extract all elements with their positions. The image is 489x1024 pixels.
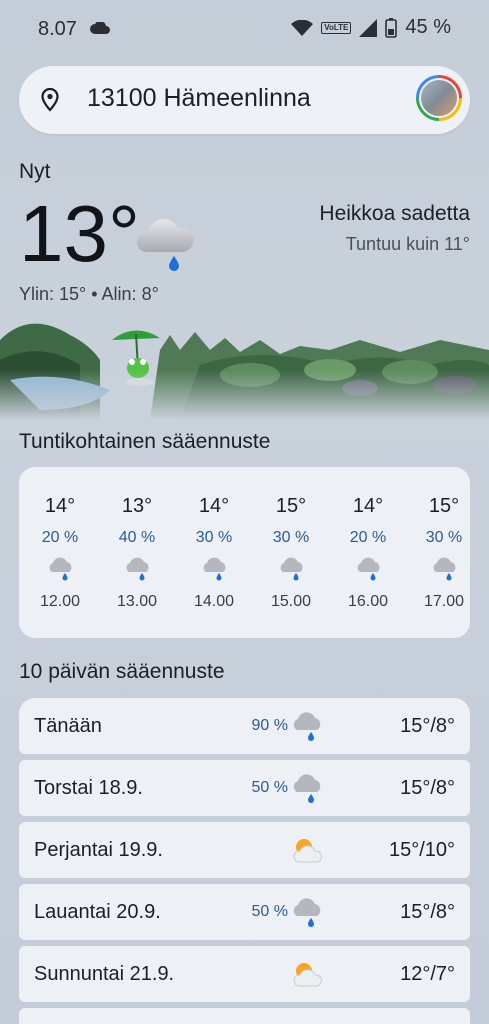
daily-temps: 15°/8° <box>400 777 455 799</box>
daily-temps: 15°/8° <box>400 901 455 923</box>
battery-percentage: 45 % <box>405 16 451 38</box>
daily-precip: 90 % <box>251 717 288 734</box>
current-condition: Heikkoa sadetta <box>319 202 470 225</box>
rain-cloud-icon <box>357 557 380 581</box>
daily-day: Torstai 18.9. <box>34 777 143 799</box>
daily-row[interactable]: Torstai 18.9. 50 % 15°/8° <box>19 760 470 816</box>
daily-temps: 15°/10° <box>388 839 455 861</box>
daily-forecast-title: 10 päivän sääennuste <box>19 660 225 683</box>
rain-cloud-icon <box>433 557 456 581</box>
daily-precip: 50 % <box>251 779 288 796</box>
rain-cloud-icon <box>136 219 194 271</box>
location-search-bar[interactable]: 13100 Hämeenlinna <box>19 66 470 134</box>
hourly-time: 14.00 <box>193 593 235 610</box>
status-bar: 8.07 VoLTE 45 % <box>0 0 489 56</box>
hourly-time: 12.00 <box>39 593 81 610</box>
volte-badge: VoLTE <box>321 21 352 34</box>
hourly-time: 15.00 <box>270 593 312 610</box>
hourly-time: 16.00 <box>347 593 389 610</box>
hourly-precip: 30 % <box>195 529 233 546</box>
hourly-forecast-card[interactable]: 14° 20 % 12.00 13° 40 % 13.00 14° 30 % 1… <box>19 467 470 638</box>
daily-row-partial[interactable] <box>19 1008 470 1024</box>
wifi-icon <box>291 19 314 36</box>
daily-row[interactable]: Lauantai 20.9. 50 % 15°/8° <box>19 884 470 940</box>
signal-icon <box>359 18 378 37</box>
daily-precip: 50 % <box>251 903 288 920</box>
hourly-precip: 40 % <box>118 529 156 546</box>
partly-cloudy-icon <box>293 963 323 987</box>
high-low: Ylin: 15° • Alin: 8° <box>19 284 159 304</box>
hourly-time: 13.00 <box>116 593 158 610</box>
daily-row[interactable]: Sunnuntai 21.9. 12°/7° <box>19 946 470 1002</box>
hourly-temp: 14° <box>198 495 230 517</box>
hourly-time: 17.00 <box>423 593 465 610</box>
hourly-precip: 20 % <box>41 529 79 546</box>
status-time: 8.07 <box>38 18 77 40</box>
now-label: Nyt <box>19 160 51 183</box>
hourly-precip: 20 % <box>349 529 387 546</box>
hourly-forecast-title: Tuntikohtainen sääennuste <box>19 430 271 453</box>
hourly-precip: 30 % <box>272 529 310 546</box>
daily-row[interactable]: Tänään 90 % 15°/8° <box>19 698 470 754</box>
rain-cloud-icon <box>280 557 303 581</box>
rain-cloud-icon <box>126 557 149 581</box>
daily-day: Tänään <box>34 715 102 737</box>
location-pin-icon <box>41 88 59 112</box>
hourly-temp: 15° <box>275 495 307 517</box>
daily-day: Sunnuntai 21.9. <box>34 963 175 985</box>
rain-cloud-icon <box>293 712 321 741</box>
battery-icon <box>385 17 398 38</box>
daily-day: Perjantai 19.9. <box>34 839 163 861</box>
rain-cloud-icon <box>293 774 321 803</box>
hourly-temp: 14° <box>352 495 384 517</box>
location-name: 13100 Hämeenlinna <box>87 84 311 112</box>
feels-like: Tuntuu kuin 11° <box>345 234 470 254</box>
daily-day: Lauantai 20.9. <box>34 901 161 923</box>
hourly-precip: 30 % <box>425 529 463 546</box>
partly-cloudy-icon <box>293 839 323 863</box>
current-temperature: 13° <box>19 189 140 278</box>
hourly-temp: 14° <box>44 495 76 517</box>
hourly-temp: 15° <box>428 495 460 517</box>
daily-row[interactable]: Perjantai 19.9. 15°/10° <box>19 822 470 878</box>
weather-scene-illustration <box>0 323 489 420</box>
cloud-icon <box>90 22 110 34</box>
rain-cloud-icon <box>293 898 321 927</box>
rain-cloud-icon <box>49 557 72 581</box>
hourly-temp: 13° <box>121 495 153 517</box>
rain-cloud-icon <box>203 557 226 581</box>
daily-temps: 15°/8° <box>400 715 455 737</box>
avatar[interactable] <box>416 75 462 121</box>
daily-temps: 12°/7° <box>400 963 455 985</box>
